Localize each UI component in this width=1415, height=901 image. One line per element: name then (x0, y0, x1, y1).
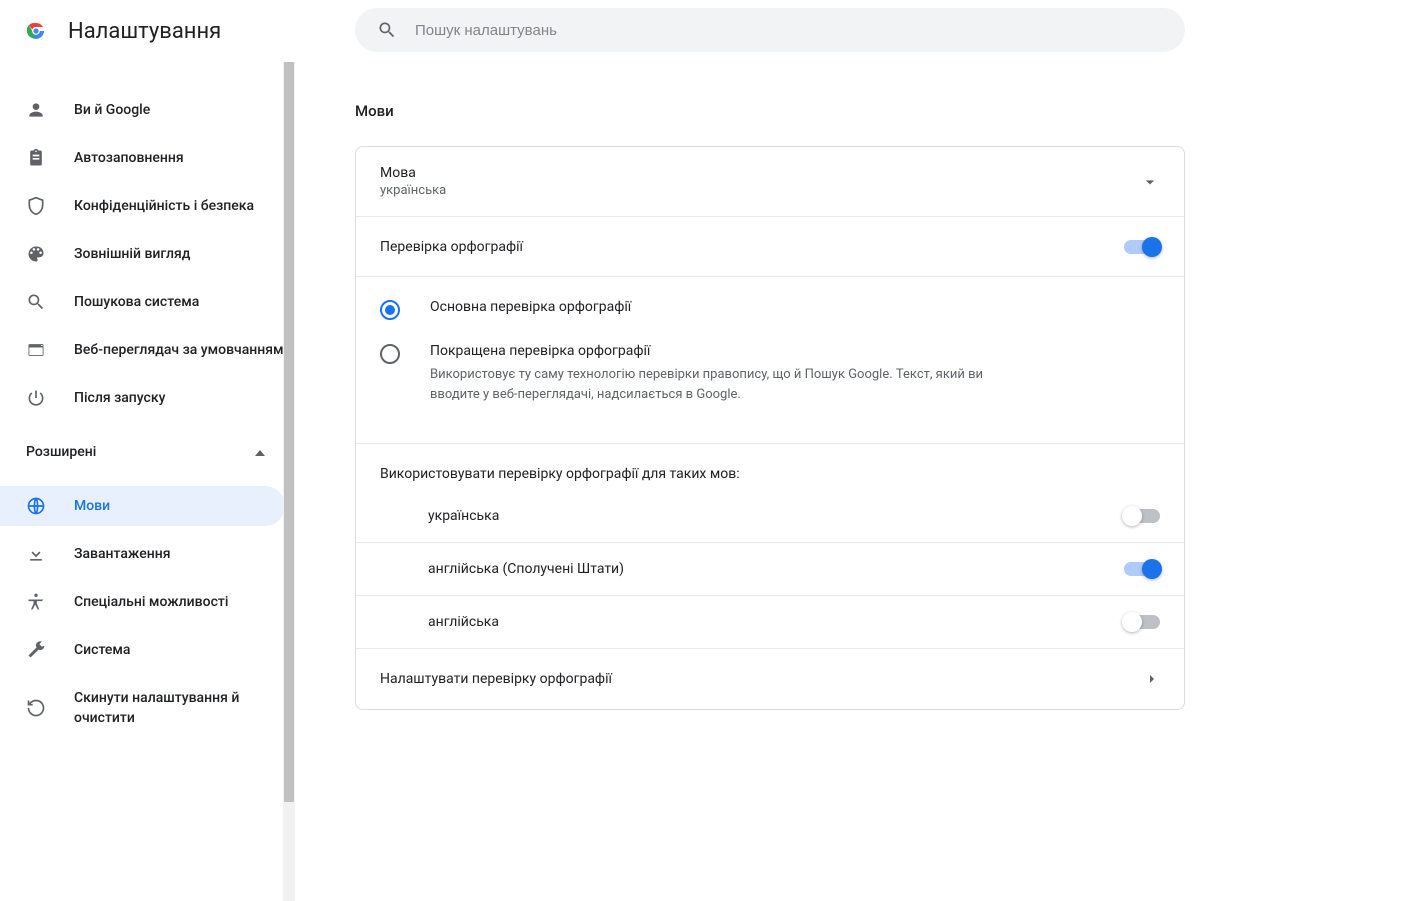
lang-toggle[interactable] (1124, 615, 1160, 629)
palette-icon (26, 244, 46, 264)
chevron-right-icon (1144, 671, 1160, 687)
sidebar-item-label: Конфіденційність і безпека (74, 196, 254, 216)
spellcheck-lang-row: англійська (Сполучені Штати) (356, 543, 1184, 596)
sidebar-item-appearance[interactable]: Зовнішній вигляд (0, 234, 285, 274)
sidebar-item-label: Мови (74, 496, 110, 516)
sidebar-item-label: Автозаповнення (74, 148, 184, 168)
globe-icon (26, 496, 46, 516)
chrome-logo-icon (24, 19, 48, 43)
sidebar-advanced-toggle[interactable]: Розширені (0, 426, 285, 478)
sidebar-item-label: Веб-переглядач за умовчанням (74, 340, 284, 360)
radio-description: Використовує ту саму технологію перевірк… (430, 365, 990, 405)
chevron-up-icon (255, 444, 265, 460)
sidebar-item-system[interactable]: Система (0, 630, 285, 670)
language-row-current: українська (380, 183, 1140, 198)
spellcheck-title: Перевірка орфографії (380, 239, 1124, 255)
spellcheck-master-toggle[interactable] (1124, 240, 1160, 254)
radio-label: Основна перевірка орфографії (430, 299, 631, 315)
language-expand-row[interactable]: Мова українська (356, 147, 1184, 217)
sidebar-scroll[interactable]: Ви й Google Автозаповнення Конфіденційні… (0, 62, 295, 901)
sidebar-item-label: Завантаження (74, 544, 170, 564)
search-input[interactable] (415, 22, 1163, 39)
sidebar-item-downloads[interactable]: Завантаження (0, 534, 285, 574)
clipboard-icon (26, 148, 46, 168)
customize-label: Налаштувати перевірку орфографії (380, 671, 1144, 687)
sidebar-scrollbar-thumb[interactable] (284, 62, 294, 802)
spellcheck-lang-row: англійська (356, 596, 1184, 649)
shield-icon (26, 196, 46, 216)
radio-label: Покращена перевірка орфографії (430, 343, 990, 359)
lang-name: англійська (Сполучені Штати) (428, 561, 1124, 577)
sidebar-item-label: Спеціальні можливості (74, 592, 228, 612)
lang-name: англійська (428, 614, 1124, 630)
sidebar-scrollbar-track[interactable] (283, 62, 295, 901)
search-bar[interactable] (355, 8, 1185, 52)
radio-enhanced-spellcheck[interactable]: Покращена перевірка орфографії Використо… (380, 331, 1160, 417)
radio-icon (380, 344, 400, 364)
spellcheck-options: Основна перевірка орфографії Покращена п… (356, 277, 1184, 444)
restore-icon (26, 698, 46, 718)
spellcheck-langs-label: Використовувати перевірку орфографії для… (356, 444, 1184, 490)
search-icon (26, 292, 46, 312)
languages-card: Мова українська Перевірка орфографії Осн… (355, 146, 1185, 710)
sidebar-item-search-engine[interactable]: Пошукова система (0, 282, 285, 322)
window-icon (26, 340, 46, 360)
download-icon (26, 544, 46, 564)
chevron-down-icon (1140, 172, 1160, 192)
accessibility-icon (26, 592, 46, 612)
sidebar-item-label: Скинути налаштування й очистити (74, 688, 285, 728)
sidebar-item-on-startup[interactable]: Після запуску (0, 378, 285, 418)
sidebar-item-you-and-google[interactable]: Ви й Google (0, 90, 285, 130)
sidebar-item-label: Система (74, 640, 130, 660)
search-icon (377, 20, 397, 40)
sidebar-item-languages[interactable]: Мови (0, 486, 285, 526)
sidebar-item-label: Пошукова система (74, 292, 199, 312)
main-content: Мови Мова українська Перевірка орфографі… (295, 0, 1415, 901)
sidebar-item-privacy[interactable]: Конфіденційність і безпека (0, 186, 285, 226)
power-icon (26, 388, 46, 408)
app-title: Налаштування (68, 19, 221, 44)
sidebar-item-accessibility[interactable]: Спеціальні можливості (0, 582, 285, 622)
language-row-title: Мова (380, 165, 1140, 181)
sidebar-item-autofill[interactable]: Автозаповнення (0, 138, 285, 178)
lang-toggle[interactable] (1124, 509, 1160, 523)
sidebar-item-reset[interactable]: Скинути налаштування й очистити (0, 678, 285, 738)
radio-icon (380, 300, 400, 320)
nav-list-advanced: Мови Завантаження Спеціальні можливості (0, 486, 285, 738)
page-heading: Мови (355, 102, 1185, 120)
spellcheck-toggle-row: Перевірка орфографії (356, 217, 1184, 277)
radio-basic-spellcheck[interactable]: Основна перевірка орфографії (380, 287, 1160, 331)
nav-list: Ви й Google Автозаповнення Конфіденційні… (0, 62, 285, 418)
sidebar: Налаштування Ви й Google Автозаповнення (0, 0, 295, 901)
sidebar-item-label: Після запуску (74, 388, 165, 408)
sidebar-item-label: Ви й Google (74, 100, 150, 120)
customize-spellcheck-row[interactable]: Налаштувати перевірку орфографії (356, 649, 1184, 709)
sidebar-header: Налаштування (0, 0, 295, 62)
lang-name: українська (428, 508, 1124, 524)
lang-toggle[interactable] (1124, 562, 1160, 576)
person-icon (26, 100, 46, 120)
wrench-icon (26, 640, 46, 660)
sidebar-item-default-browser[interactable]: Веб-переглядач за умовчанням (0, 330, 285, 370)
sidebar-item-label: Зовнішній вигляд (74, 244, 190, 264)
spellcheck-lang-row: українська (356, 490, 1184, 543)
advanced-label: Розширені (26, 444, 96, 460)
